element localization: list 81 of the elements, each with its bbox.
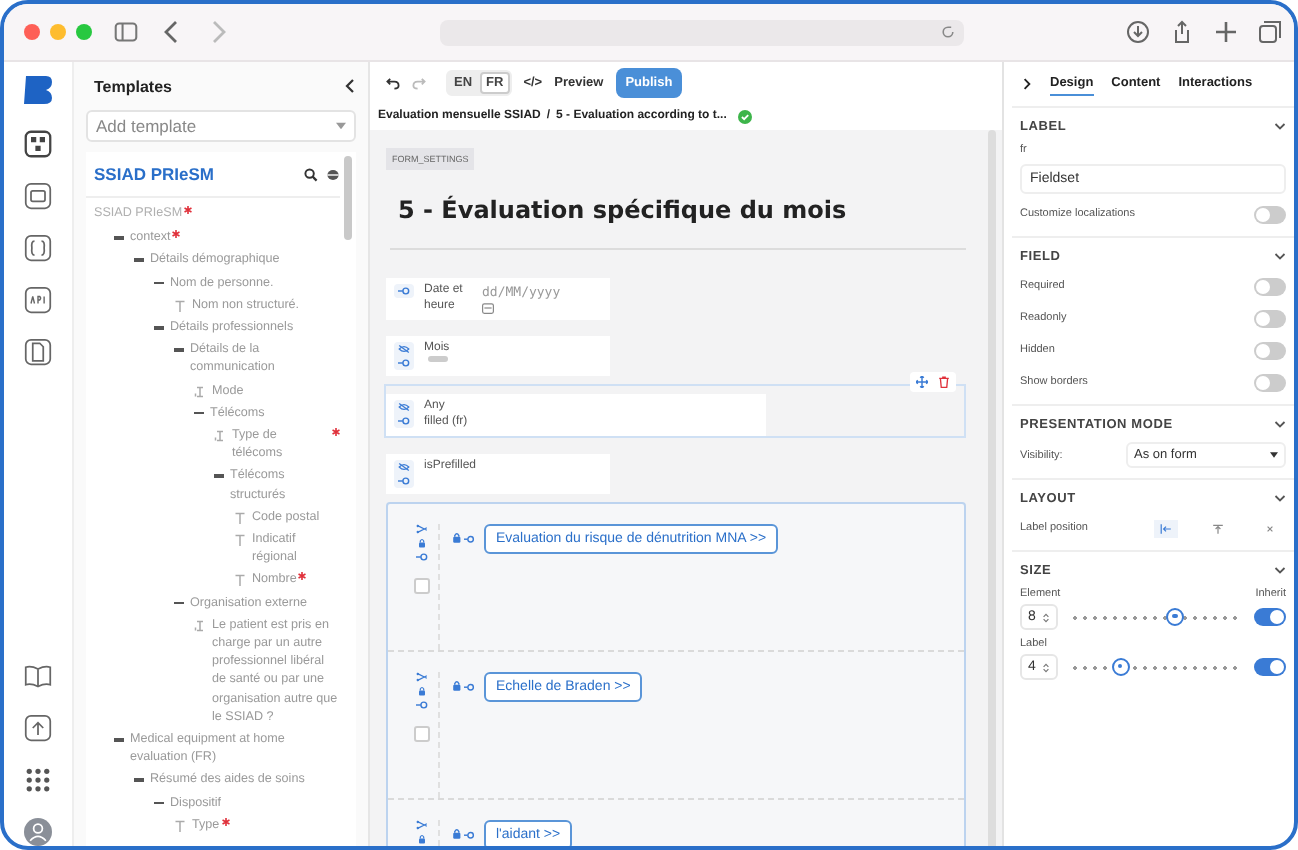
link-input-icon: [416, 552, 428, 562]
scissors-icon: [416, 672, 428, 682]
link-input-icon: [398, 476, 410, 486]
text-type-icon: [234, 574, 246, 587]
lock-link-icon: [452, 680, 476, 692]
move-icon[interactable]: [916, 376, 928, 388]
link-input-icon: [398, 286, 410, 296]
apps-grid-icon[interactable]: [24, 766, 52, 794]
search-icon[interactable]: [304, 167, 318, 181]
slider-thumb[interactable]: [1166, 607, 1185, 625]
scissors-icon: [416, 524, 428, 534]
lock-icon: [416, 538, 428, 548]
stepper-arrows-icon[interactable]: [1041, 661, 1050, 673]
chevron-icon[interactable]: [1274, 565, 1286, 575]
checkbox[interactable]: [414, 578, 430, 594]
delete-icon[interactable]: [938, 376, 950, 388]
tabs-overview-icon[interactable]: [1258, 20, 1282, 44]
text-type-icon: [174, 819, 186, 832]
link-input-icon: [398, 416, 410, 426]
calendar-icon[interactable]: [482, 302, 494, 314]
panel-title: Templates: [94, 77, 172, 95]
text-cursor-icon: [194, 385, 206, 398]
document-icon[interactable]: [24, 338, 52, 366]
close-window-icon[interactable]: [24, 24, 40, 40]
lock-link-icon: [452, 532, 476, 544]
new-tab-icon[interactable]: [1214, 20, 1238, 44]
toggle-switch[interactable]: [1254, 205, 1286, 223]
label-position-option[interactable]: [1154, 519, 1178, 537]
align-left-icon: [1160, 523, 1172, 533]
checkbox[interactable]: [414, 726, 430, 742]
toggle-switch[interactable]: [1254, 341, 1286, 359]
collapse-icon[interactable]: [214, 474, 224, 479]
upload-icon[interactable]: [24, 714, 52, 742]
inherit-toggle[interactable]: [1254, 658, 1286, 676]
user-avatar-icon[interactable]: [24, 818, 52, 846]
template-name[interactable]: SSIAD PRIeSM: [94, 164, 296, 184]
api-icon[interactable]: [24, 286, 52, 314]
collapse-icon[interactable]: [134, 778, 144, 783]
link-input-icon: [398, 358, 410, 368]
text-cursor-icon: [214, 430, 226, 443]
close-icon: [1264, 523, 1276, 533]
collapse-panel-icon[interactable]: [344, 78, 356, 94]
lock-icon: [416, 686, 428, 696]
toggle-switch[interactable]: [1254, 277, 1286, 295]
form-title: 5 - Évaluation spécifique du mois: [398, 196, 849, 224]
caret-icon: [1270, 452, 1278, 458]
text-type-icon: [234, 511, 246, 524]
add-template-dropdown[interactable]: Add template: [86, 110, 356, 142]
window-icon[interactable]: [24, 182, 52, 210]
scrollbar[interactable]: [344, 156, 352, 240]
stepper-arrows-icon[interactable]: [1041, 611, 1050, 623]
inherit-toggle[interactable]: [1254, 608, 1286, 626]
lock-icon: [416, 834, 428, 844]
align-top-icon: [1212, 523, 1224, 533]
sidebar-toggle-icon[interactable]: [114, 20, 138, 44]
chevron-icon[interactable]: [1274, 121, 1286, 131]
chevron-icon[interactable]: [1274, 493, 1286, 503]
share-icon[interactable]: [1170, 20, 1194, 44]
book-icon[interactable]: [24, 662, 52, 690]
hierarchy-icon[interactable]: [24, 130, 52, 158]
reload-icon[interactable]: [940, 24, 956, 40]
download-icon[interactable]: [1126, 20, 1150, 44]
slider-thumb[interactable]: [1111, 657, 1130, 675]
chevron-icon[interactable]: [1274, 419, 1286, 429]
toggle-switch[interactable]: [1254, 373, 1286, 391]
text-cursor-icon: [194, 619, 206, 632]
app-logo-icon[interactable]: [22, 74, 54, 106]
lock-link-icon: [452, 828, 476, 840]
empty-select-field[interactable]: [428, 356, 448, 362]
dropdown-caret-icon: [336, 122, 346, 130]
link-input-icon: [416, 700, 428, 710]
toggle-switch[interactable]: [1254, 309, 1286, 327]
text-type-icon: [174, 299, 186, 312]
chevron-icon[interactable]: [1274, 251, 1286, 261]
stack-icon[interactable]: [326, 167, 340, 181]
undo-icon[interactable]: [386, 75, 400, 89]
scissors-icon: [416, 820, 428, 830]
text-type-icon: [234, 534, 246, 547]
code-braces-icon[interactable]: [24, 234, 52, 262]
check-circle-icon: [738, 109, 753, 123]
expand-panel-icon[interactable]: [1022, 78, 1032, 90]
